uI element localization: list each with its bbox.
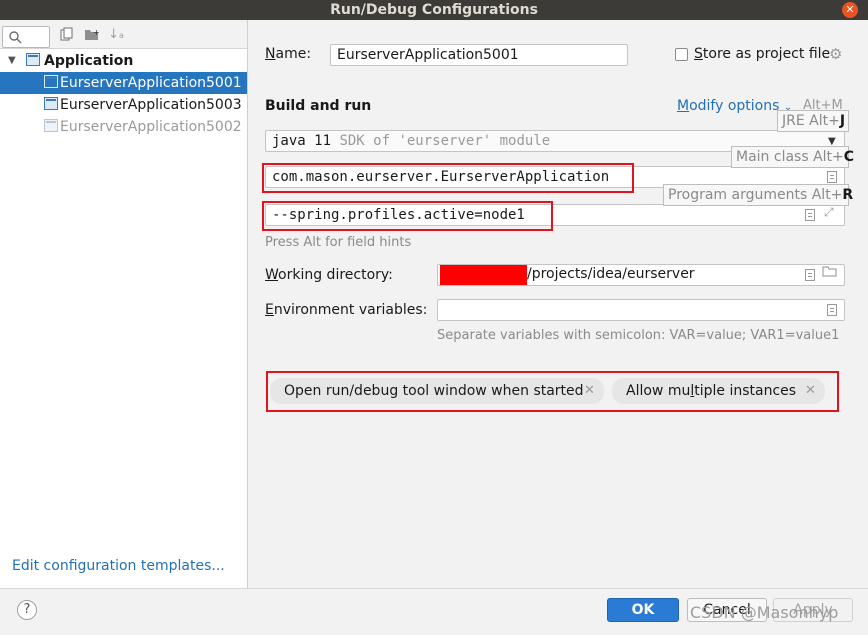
tree-item-eurserverapplication5001[interactable]: EurserverApplication5001 [0,72,247,94]
chip-open-tool-window[interactable]: Open run/debug tool window when started … [270,378,604,404]
copy-configuration-icon[interactable] [59,27,75,43]
tree-search-input[interactable] [2,26,50,48]
tree-item-eurserverapplication5003[interactable]: EurserverApplication5003 [0,94,247,116]
edit-environment-icon[interactable] [827,304,837,316]
highlight-box [262,201,553,231]
close-icon[interactable]: ✕ [842,2,858,18]
window-title: Run/Debug Configurations [0,0,868,20]
field-hint-text: Press Alt for field hints [265,235,412,250]
insert-macro-icon[interactable] [805,269,815,281]
main-class-shortcut-popup: Main class Alt+C [731,146,854,168]
sort-icon[interactable]: ↓a [108,27,124,43]
jre-shortcut-popup: JRE Alt+J [777,110,849,132]
build-and-run-heading: Build and run [265,98,372,114]
gear-icon[interactable]: ⚙ [829,45,842,63]
working-directory-value: /projects/idea/eurserver [527,266,695,282]
chevron-down-icon: ▼ [8,55,16,66]
name-label: Name: [265,46,312,62]
store-as-project-file-checkbox[interactable] [675,48,688,61]
tree-item-label: EurserverApplication5001 [60,75,242,91]
new-folder-icon[interactable]: + [84,27,100,43]
tree-item-eurserverapplication5002[interactable]: EurserverApplication5002 [0,116,247,138]
ok-button[interactable]: OK [607,598,679,622]
svg-text:+: + [93,28,100,37]
tree-item-label: EurserverApplication5002 [60,119,242,135]
modify-options-link[interactable]: Modify options ⌄ [677,98,792,114]
tree-group-label: Application [44,53,134,69]
environment-variables-hint: Separate variables with semicolon: VAR=v… [437,328,840,343]
program-arguments-shortcut-popup: Program arguments Alt+R [663,184,853,206]
jre-value: java 11 [272,133,332,149]
tree-group-application[interactable]: ▼ Application [0,50,247,72]
application-icon [26,53,40,66]
application-config-icon [44,97,58,110]
store-as-project-file-label[interactable]: Store as project file [694,46,830,62]
chip-allow-multiple-instances[interactable]: Allow multiple instances ✕ [612,378,825,404]
search-icon [9,31,22,44]
redacted-block [440,265,527,285]
jre-sdk-hint: SDK of 'eurserver' module [339,133,551,149]
edit-configuration-templates-link[interactable]: Edit configuration templates... [12,558,225,574]
footer-divider [0,588,868,589]
name-field[interactable]: EurserverApplication5001 [330,44,628,66]
watermark: CSDN @Masonhyp [690,603,839,622]
help-button[interactable]: ? [17,600,37,620]
application-config-icon [44,119,58,132]
tree-item-label: EurserverApplication5003 [60,97,242,113]
browse-icon[interactable] [827,171,837,183]
environment-variables-field[interactable] [437,299,845,321]
remove-chip-icon[interactable]: ✕ [584,378,595,404]
environment-variables-label: Environment variables: [265,302,428,318]
highlight-box [262,163,634,193]
folder-icon[interactable] [822,264,838,282]
expand-icon[interactable]: ⤢ [824,205,834,220]
remove-chip-icon[interactable]: ✕ [805,378,816,404]
edit-arguments-icon[interactable] [805,209,815,221]
application-config-icon [44,75,58,88]
working-directory-label: Working directory: [265,267,393,283]
